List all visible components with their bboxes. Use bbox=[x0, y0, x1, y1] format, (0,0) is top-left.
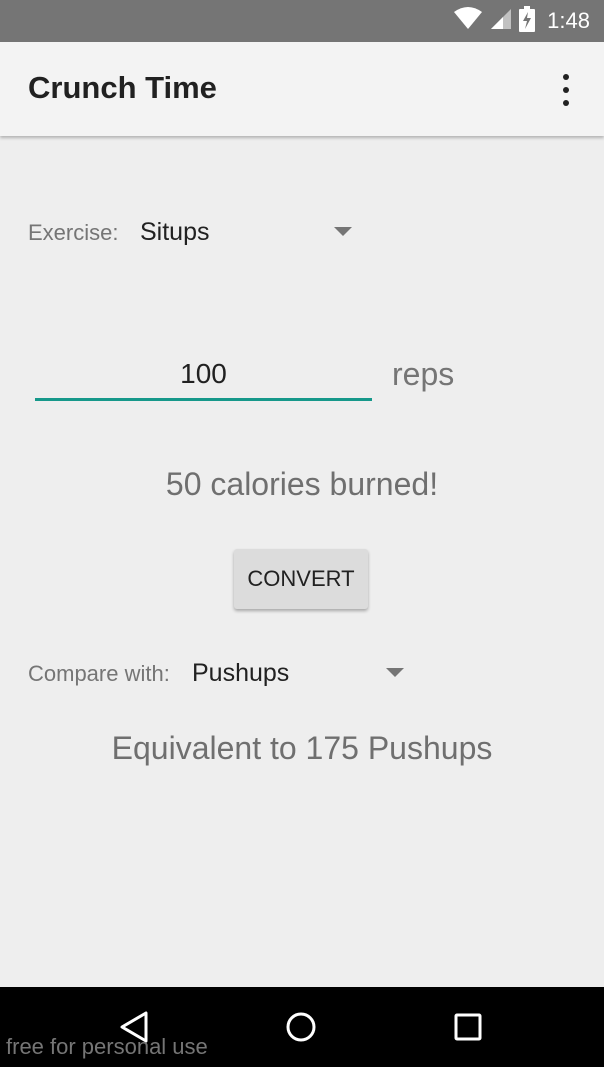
navigation-bar bbox=[0, 987, 604, 1067]
app-screen: 1:48 Crunch Time Exercise: Situps reps 5… bbox=[0, 0, 604, 1067]
equivalent-result: Equivalent to 175 Pushups bbox=[111, 730, 493, 766]
convert-button[interactable]: CONVERT bbox=[234, 549, 368, 609]
app-bar: Crunch Time bbox=[0, 42, 604, 136]
status-icons: 1:48 bbox=[453, 0, 590, 42]
calories-result: 50 calories burned! bbox=[165, 466, 439, 502]
compare-spinner-value: Pushups bbox=[192, 659, 290, 687]
status-time: 1:48 bbox=[547, 8, 590, 33]
dropdown-arrow-icon bbox=[386, 668, 404, 677]
overflow-dot bbox=[563, 100, 569, 106]
reps-input[interactable] bbox=[35, 350, 372, 401]
wifi-icon bbox=[453, 6, 483, 36]
overflow-dot bbox=[563, 87, 569, 93]
overflow-menu-icon[interactable] bbox=[554, 74, 578, 106]
compare-label: Compare with: bbox=[28, 661, 170, 686]
compare-spinner[interactable]: Pushups bbox=[180, 647, 416, 701]
exercise-spinner[interactable]: Situps bbox=[128, 206, 364, 260]
battery-charging-icon bbox=[519, 5, 536, 37]
dropdown-arrow-icon bbox=[334, 227, 352, 236]
back-icon[interactable] bbox=[104, 1001, 164, 1053]
home-icon[interactable] bbox=[271, 1001, 331, 1053]
signal-icon bbox=[489, 7, 513, 36]
status-bar: 1:48 bbox=[0, 0, 604, 42]
overflow-dot bbox=[563, 74, 569, 80]
exercise-label: Exercise: bbox=[28, 220, 119, 245]
recents-icon[interactable] bbox=[438, 1001, 498, 1053]
app-title: Crunch Time bbox=[28, 70, 217, 105]
exercise-spinner-value: Situps bbox=[140, 218, 210, 246]
reps-unit-label: reps bbox=[392, 356, 455, 392]
